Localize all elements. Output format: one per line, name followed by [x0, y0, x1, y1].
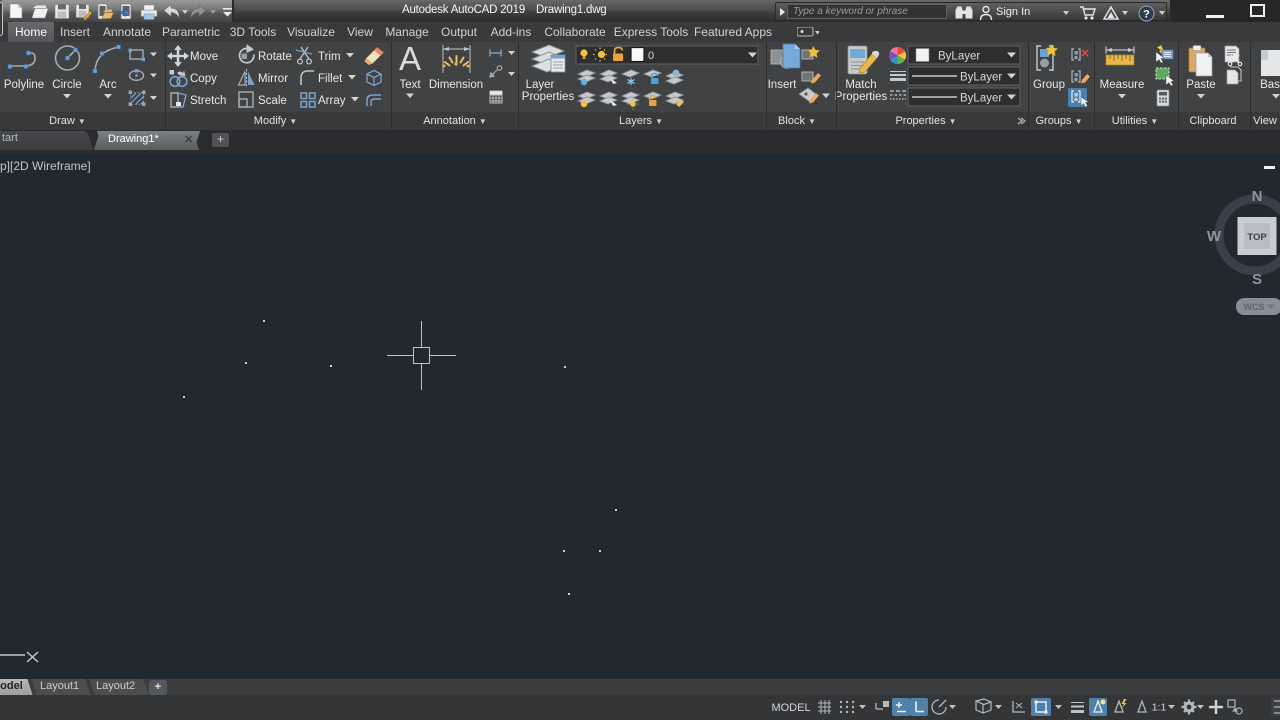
- svg-text:Rotate: Rotate: [258, 51, 292, 63]
- svg-text:ByLayer: ByLayer: [938, 51, 980, 63]
- svg-text:Trim: Trim: [318, 51, 341, 63]
- svg-text:ByLayer: ByLayer: [960, 93, 1002, 105]
- svg-text:Insert: Insert: [768, 79, 798, 91]
- svg-text:Move: Move: [190, 51, 218, 63]
- svg-text:Arc: Arc: [99, 79, 117, 91]
- svg-text:Properties: Properties: [522, 91, 575, 103]
- svg-text:Match: Match: [845, 79, 876, 91]
- svg-text:Circle: Circle: [52, 79, 81, 91]
- svg-text:Stretch: Stretch: [190, 95, 226, 107]
- svg-text:W: W: [1207, 228, 1222, 245]
- svg-text:ByLayer: ByLayer: [960, 72, 1002, 84]
- svg-text:Paste: Paste: [1186, 79, 1215, 91]
- svg-text:Text: Text: [399, 79, 421, 91]
- svg-text:N: N: [1252, 188, 1263, 205]
- svg-text:Scale: Scale: [258, 95, 287, 107]
- svg-text:WCS: WCS: [1244, 302, 1265, 312]
- svg-text:Bas: Bas: [1260, 79, 1280, 91]
- svg-text:A: A: [399, 42, 421, 77]
- svg-text:Properties: Properties: [835, 91, 888, 103]
- svg-text:Layer: Layer: [526, 79, 555, 91]
- svg-text:TOP: TOP: [1247, 232, 1267, 243]
- svg-text:Group: Group: [1033, 79, 1065, 91]
- svg-text:S: S: [1252, 271, 1262, 288]
- svg-text:Polyline: Polyline: [4, 79, 44, 91]
- svg-text:Fillet: Fillet: [318, 73, 343, 85]
- svg-text:1:1: 1:1: [1152, 702, 1167, 714]
- svg-text:Array: Array: [318, 95, 346, 107]
- svg-text:0: 0: [648, 50, 654, 62]
- svg-text:Dimension: Dimension: [429, 79, 483, 91]
- svg-text:?: ?: [1143, 9, 1150, 21]
- svg-text:Copy: Copy: [190, 73, 217, 85]
- svg-text:Measure: Measure: [1100, 79, 1145, 91]
- svg-text:MODEL: MODEL: [771, 702, 810, 714]
- svg-text:Mirror: Mirror: [258, 73, 288, 85]
